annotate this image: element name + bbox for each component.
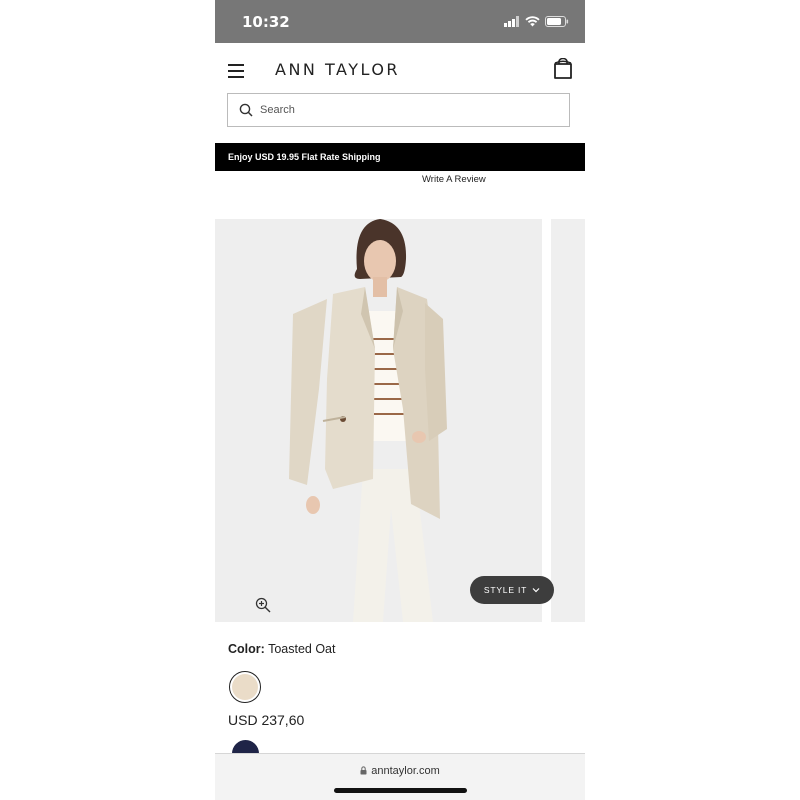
product-photo-illustration [215,219,542,622]
battery-icon [545,15,569,27]
site-header: ANN TAYLOR [215,43,585,143]
url-text: anntaylor.com [371,765,440,777]
style-it-label: STYLE IT [483,585,528,595]
wifi-icon [525,15,540,26]
brand-logo[interactable]: ANN TAYLOR [275,60,400,79]
product-price: USD 237,60 [228,712,305,728]
phone-screen: 10:32 ANN TAYLOR Search Enjoy USD 19.95 … [215,0,585,800]
search-bar[interactable] [227,93,570,127]
status-bar: 10:32 [215,0,585,43]
hamburger-menu-icon[interactable] [228,64,244,78]
search-input[interactable] [258,103,542,117]
shopping-bag-icon[interactable] [553,58,573,80]
signal-icon [504,15,519,27]
status-time: 10:32 [242,13,290,31]
product-image[interactable] [215,219,542,622]
status-icons [504,15,569,27]
color-value: Toasted Oat [268,642,336,656]
zoom-icon[interactable] [255,597,271,613]
promo-banner[interactable]: Enjoy USD 19.95 Flat Rate Shipping [215,143,585,171]
browser-address-bar[interactable]: anntaylor.com [215,753,585,800]
home-indicator[interactable] [334,788,467,793]
write-review-link[interactable]: Write A Review [422,174,486,185]
color-swatch-selected[interactable] [229,671,261,703]
next-product-image[interactable] [551,219,585,622]
color-selection: Color: Toasted Oat [228,642,335,656]
promo-text: Enjoy USD 19.95 Flat Rate Shipping [228,152,381,162]
lock-icon [360,766,367,775]
style-it-button[interactable]: STYLE IT [470,576,554,604]
search-icon [239,103,253,117]
chevron-down-icon [532,588,540,593]
url-display[interactable]: anntaylor.com [215,765,585,777]
color-label: Color: [228,642,265,656]
